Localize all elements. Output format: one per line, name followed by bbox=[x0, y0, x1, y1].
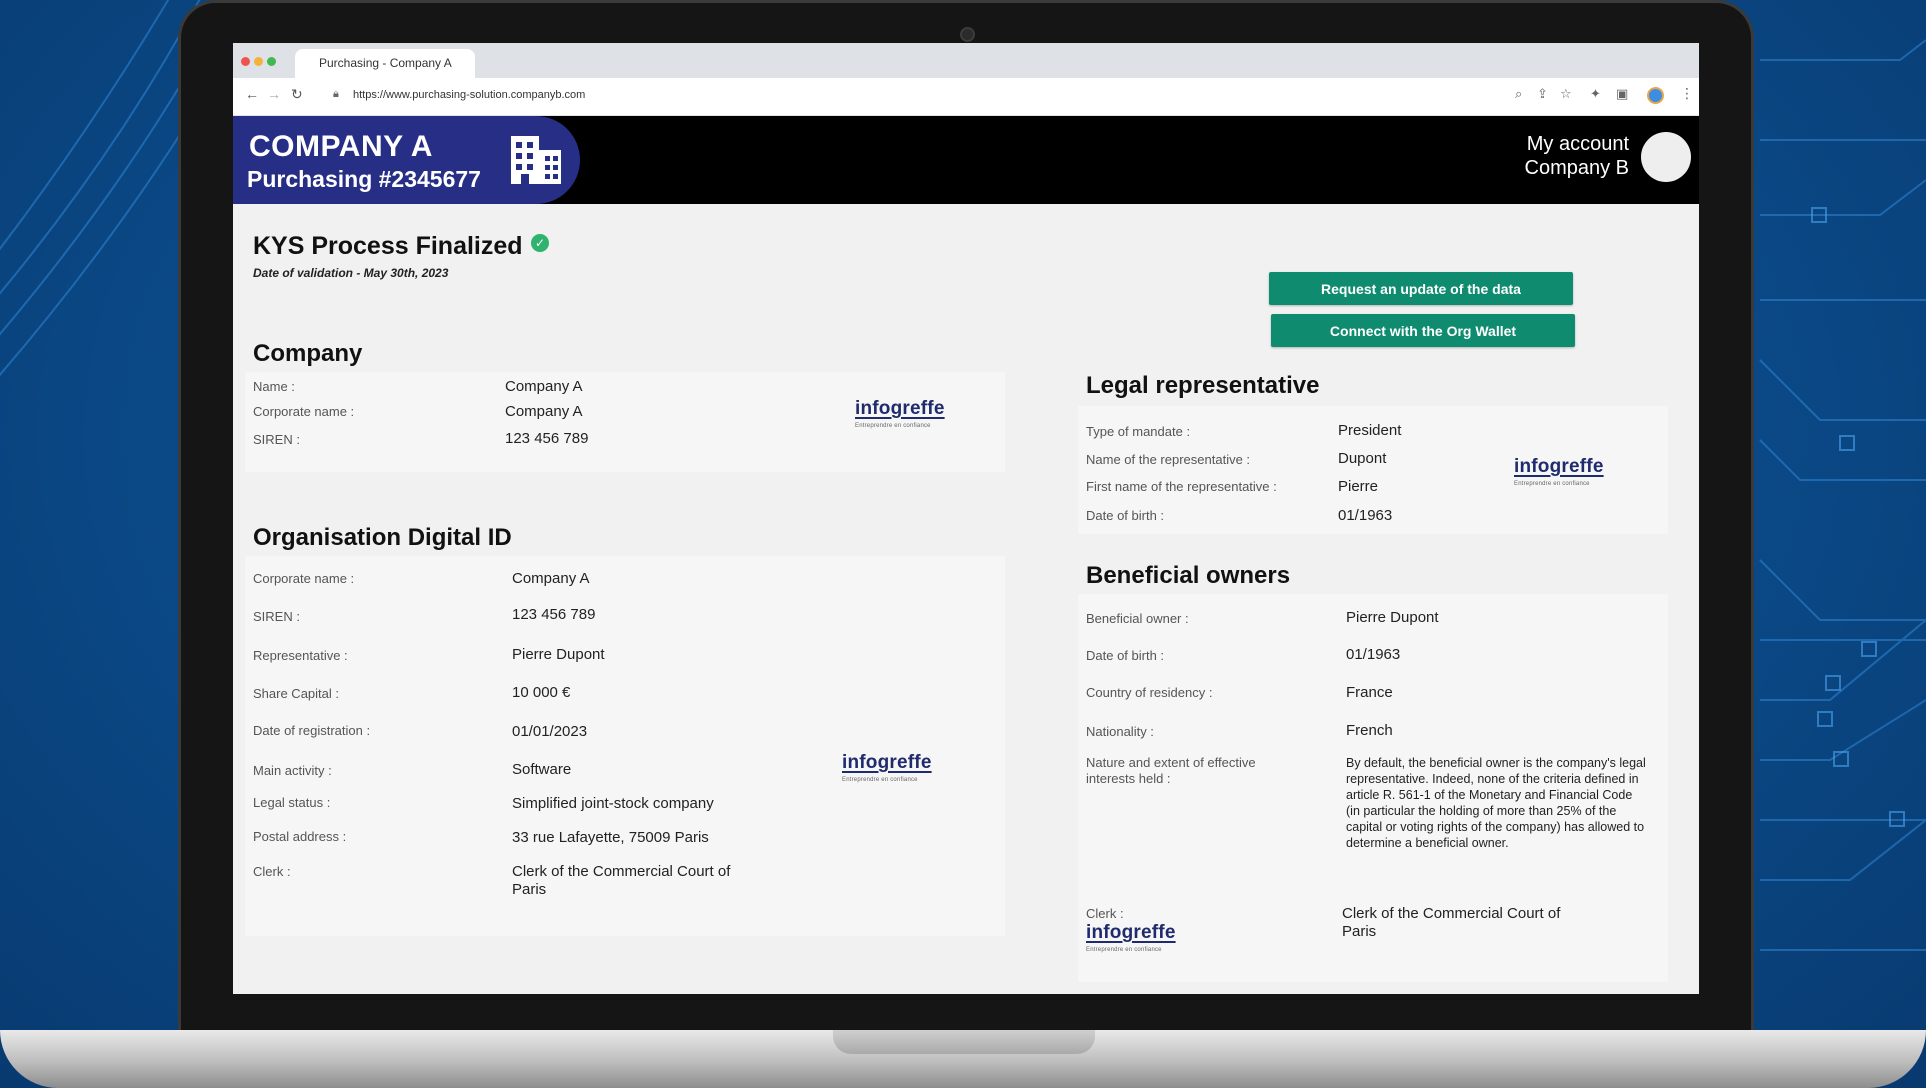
odid-panel: Corporate name : Company A SIREN : 123 4… bbox=[245, 556, 1005, 936]
account-menu[interactable]: My account Company B bbox=[1525, 132, 1630, 180]
sidebar-icon[interactable]: ▣ bbox=[1616, 86, 1628, 102]
field-label: Date of birth : bbox=[1086, 508, 1165, 523]
browser-tab[interactable]: Purchasing - Company A bbox=[295, 49, 475, 78]
lock-icon: 🔒︎ bbox=[333, 88, 339, 100]
page-title: KYS Process Finalized bbox=[253, 232, 523, 260]
company-panel: Name : Company A Corporate name : Compan… bbox=[245, 372, 1005, 472]
brand-title: COMPANY A bbox=[249, 130, 433, 163]
field-value: By default, the beneficial owner is the … bbox=[1346, 756, 1646, 850]
window-minimize-button[interactable] bbox=[254, 57, 263, 66]
building-icon bbox=[511, 136, 561, 184]
field-value: 01/1963 bbox=[1346, 646, 1401, 663]
browser-toolbar: ← → ↻ 🔒︎ https://www.purchasing-solution… bbox=[233, 78, 1699, 116]
infogreffe-logo: infogreffe Entreprendre en confiance bbox=[1514, 456, 1604, 487]
main-content: KYS Process Finalized ✓ Date of validati… bbox=[233, 204, 1699, 994]
field-label: Clerk : bbox=[1086, 906, 1124, 921]
field-label: Nationality : bbox=[1086, 724, 1154, 739]
field-value: Company A bbox=[512, 570, 590, 587]
field-value: President bbox=[1338, 422, 1402, 439]
field-value: 33 rue Lafayette, 75009 Paris bbox=[512, 829, 709, 846]
connect-org-wallet-button[interactable]: Connect with the Org Wallet bbox=[1271, 314, 1575, 347]
field-label: Name : bbox=[253, 379, 295, 394]
field-label: Postal address : bbox=[253, 829, 347, 844]
legal-section-title: Legal representative bbox=[1086, 372, 1320, 399]
legal-panel: Type of mandate : President Name of the … bbox=[1078, 406, 1668, 534]
profile-icon[interactable] bbox=[1647, 87, 1664, 104]
field-value: Pierre Dupont bbox=[1346, 609, 1439, 626]
field-label: Nature and extent of effective interests… bbox=[1086, 755, 1256, 786]
window-close-button[interactable] bbox=[241, 57, 250, 66]
browser-tab-strip: Purchasing - Company A bbox=[233, 43, 1699, 78]
field-value: Company A bbox=[505, 378, 583, 395]
purchase-number: Purchasing #2345677 bbox=[247, 166, 481, 192]
owners-panel: Beneficial owner : Pierre Dupont Date of… bbox=[1078, 594, 1668, 982]
field-value: Company A bbox=[505, 403, 583, 420]
infogreffe-logo: infogreffe Entreprendre en confiance bbox=[842, 752, 932, 783]
field-label: Share Capital : bbox=[253, 686, 339, 701]
field-value: French bbox=[1346, 722, 1393, 739]
field-value: Clerk of the Commercial Court of Paris bbox=[512, 863, 731, 898]
field-label: SIREN : bbox=[253, 609, 300, 624]
infogreffe-logo: infogreffe Entreprendre en confiance bbox=[1086, 922, 1176, 953]
field-value: Pierre Dupont bbox=[512, 646, 605, 663]
field-value: 10 000 € bbox=[512, 684, 571, 701]
infogreffe-logo: infogreffe Entreprendre en confiance bbox=[855, 398, 945, 429]
field-label: Corporate name : bbox=[253, 404, 355, 419]
window-maximize-button[interactable] bbox=[267, 57, 276, 66]
star-icon[interactable]: ☆ bbox=[1560, 86, 1572, 102]
field-label: Country of residency : bbox=[1086, 685, 1213, 700]
account-label: My account bbox=[1526, 133, 1629, 155]
field-label: Date of birth : bbox=[1086, 648, 1165, 663]
laptop-notch bbox=[833, 1030, 1095, 1054]
field-value: Clerk of the Commercial Court of Paris bbox=[1342, 905, 1561, 940]
menu-kebab-icon[interactable]: ⋮ bbox=[1680, 85, 1694, 102]
company-section-title: Company bbox=[253, 340, 363, 367]
field-value: Software bbox=[512, 761, 572, 778]
back-arrow-icon[interactable]: ← bbox=[245, 86, 259, 102]
field-label: Name of the representative : bbox=[1086, 452, 1251, 467]
app-header: COMPANY A Purchasing #2345677 My account… bbox=[233, 116, 1699, 204]
account-company: Company B bbox=[1524, 157, 1630, 179]
field-label: Date of registration : bbox=[253, 723, 371, 738]
field-label: Type of mandate : bbox=[1086, 424, 1191, 439]
forward-arrow-icon[interactable]: → bbox=[267, 86, 281, 102]
zoom-icon[interactable]: ⌕ bbox=[1515, 86, 1522, 102]
laptop-screen: Purchasing - Company A ← → ↻ 🔒︎ https://… bbox=[233, 43, 1699, 994]
owners-section-title: Beneficial owners bbox=[1086, 562, 1291, 589]
check-icon: ✓ bbox=[531, 234, 549, 252]
field-value: Simplified joint-stock company bbox=[512, 795, 714, 812]
brand-banner: COMPANY A Purchasing #2345677 bbox=[233, 116, 580, 204]
field-value: France bbox=[1346, 684, 1393, 701]
field-value: 01/01/2023 bbox=[512, 723, 588, 740]
validation-date: Date of validation - May 30th, 2023 bbox=[253, 266, 449, 280]
field-value: 123 456 789 bbox=[512, 606, 596, 623]
field-label: Corporate name : bbox=[253, 571, 355, 586]
odid-section-title: Organisation Digital ID bbox=[253, 524, 512, 551]
field-label: Main activity : bbox=[253, 763, 332, 778]
extensions-icon[interactable]: ✦ bbox=[1590, 86, 1601, 102]
field-label: First name of the representative : bbox=[1086, 479, 1277, 494]
field-label: Clerk : bbox=[253, 864, 291, 879]
field-value: 01/1963 bbox=[1338, 507, 1393, 524]
laptop-camera bbox=[960, 27, 975, 42]
field-value: Dupont bbox=[1338, 450, 1387, 467]
browser-tab-title: Purchasing - Company A bbox=[319, 56, 452, 70]
reload-icon[interactable]: ↻ bbox=[291, 86, 303, 103]
avatar[interactable] bbox=[1641, 132, 1691, 182]
request-update-button[interactable]: Request an update of the data bbox=[1269, 272, 1573, 305]
field-label: Legal status : bbox=[253, 795, 331, 810]
field-label: SIREN : bbox=[253, 432, 300, 447]
field-value: 123 456 789 bbox=[505, 430, 589, 447]
field-label: Representative : bbox=[253, 648, 348, 663]
field-label: Beneficial owner : bbox=[1086, 611, 1189, 626]
field-value: Pierre bbox=[1338, 478, 1379, 495]
address-bar[interactable]: https://www.purchasing-solution.companyb… bbox=[353, 89, 585, 101]
share-icon[interactable]: ⇪ bbox=[1537, 86, 1548, 102]
